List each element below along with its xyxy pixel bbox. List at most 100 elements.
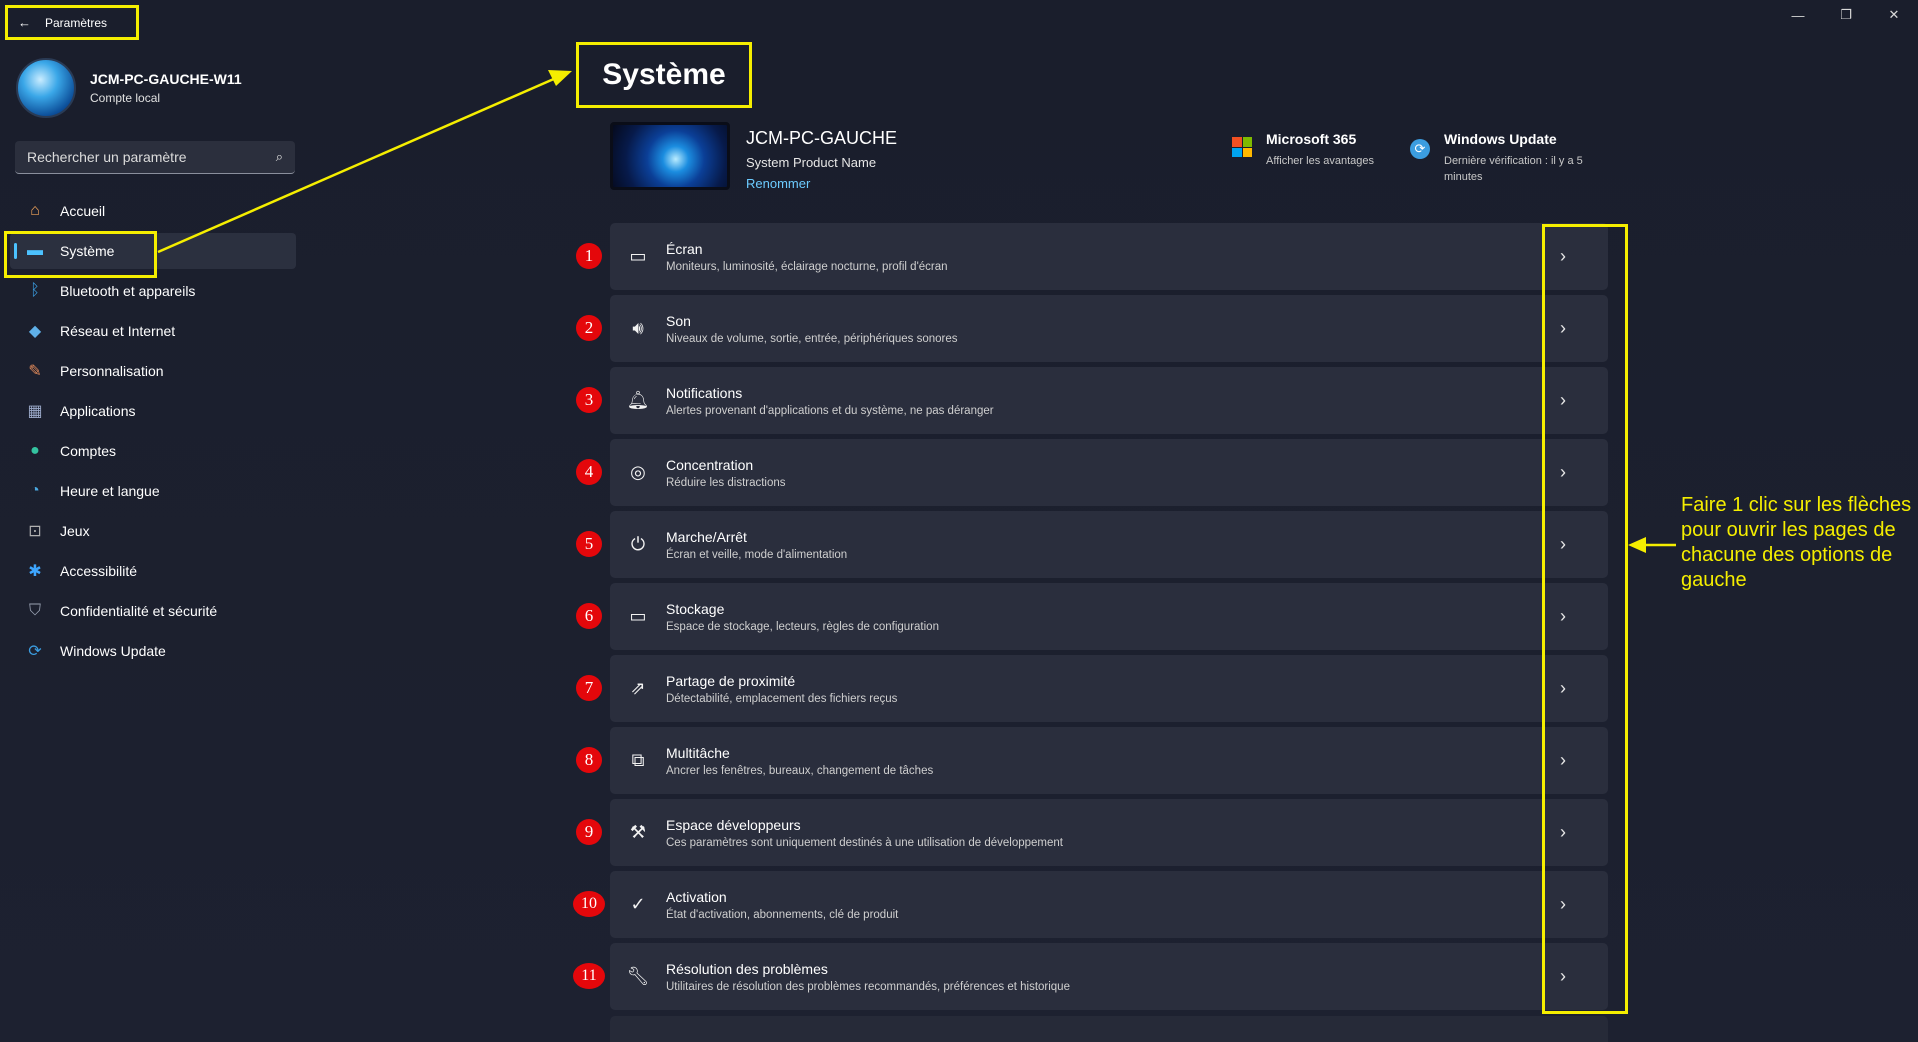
accounts-icon: ● <box>30 442 40 459</box>
settings-row-description: Moniteurs, luminosité, éclairage nocturn… <box>666 260 948 273</box>
sidebar-item-apps[interactable]: ▦ Applications <box>10 393 296 429</box>
minimize-button[interactable]: — <box>1774 0 1822 30</box>
settings-row-developer-tools[interactable]: 9 ⚒ Espace développeurs Ces paramètres sont… <box>576 799 1608 866</box>
settings-row-text: Concentration Réduire les distractions <box>666 457 1518 489</box>
settings-row-multitask[interactable]: 8 ⧉ Multitâche Ancrer les fenêtres, bureaux… <box>576 727 1608 794</box>
annotation-text: Faire 1 clic sur les flèches pour ouvrir… <box>1681 494 1912 591</box>
globe-clock-icon: ◔ <box>30 482 40 499</box>
sidebar-item-network[interactable]: ◆ Réseau et Internet <box>10 313 296 349</box>
settings-row-description: Réduire les distractions <box>666 476 786 489</box>
step-number-badge: 9 <box>576 819 602 845</box>
microsoft-365-title: Microsoft 365 <box>1266 131 1357 147</box>
account-name: JCM-PC-GAUCHE-W11 <box>90 71 242 87</box>
sidebar-item-shield[interactable]: ⛉ Confidentialité et sécurité <box>10 593 296 629</box>
restore-button[interactable]: ❐ <box>1822 0 1870 30</box>
window-title: Paramètres <box>45 15 108 30</box>
settings-row-title: Concentration <box>666 456 754 473</box>
step-number-badge: 1 <box>576 243 602 269</box>
title-highlight-box: ← Paramètres <box>5 5 139 40</box>
settings-row-bell[interactable]: 3 🔔︎ Notifications Alertes provenant d'appl… <box>576 367 1608 434</box>
settings-row-title: Multitâche <box>666 744 730 761</box>
settings-row-check-circle[interactable]: 10 ✓ Activation État d'activation, abonneme… <box>573 871 1608 938</box>
sidebar-item-label: Comptes <box>60 443 117 459</box>
settings-row-speaker[interactable]: 2 🔊︎ Son Niveaux de volume, sortie, entrée,… <box>576 295 1608 362</box>
settings-row-text: Écran Moniteurs, luminosité, éclairage no… <box>666 241 1518 273</box>
settings-row-title: Espace développeurs <box>666 816 801 833</box>
windows-update-subtitle: Dernière vérification : il y a 5 minutes <box>1444 155 1583 183</box>
bell-icon: 🔔︎ <box>626 390 650 410</box>
settings-row-description: Utilitaires de résolution des problèmes … <box>666 980 1070 993</box>
window-controls: — ❐ ✕ <box>1774 0 1918 30</box>
sidebar-item-label: Personnalisation <box>60 363 164 379</box>
settings-row-title: Marche/Arrêt <box>666 528 747 545</box>
settings-row-text: Espace développeurs Ces paramètres sont u… <box>666 817 1518 849</box>
display-icon: ▭ <box>629 246 647 266</box>
windows-update-card[interactable]: ⟳ Windows Update Dernière vérification :… <box>1410 131 1604 185</box>
close-button[interactable]: ✕ <box>1870 0 1918 30</box>
settings-row-description: Écran et veille, mode d'alimentation <box>666 548 848 561</box>
search-icon[interactable]: ⌕ <box>276 149 283 165</box>
step-number-badge: 6 <box>576 603 602 629</box>
sidebar-item-bluetooth[interactable]: ᛒ Bluetooth et appareils <box>10 273 296 309</box>
settings-row-storage[interactable]: 6 ▭ Stockage Espace de stockage, lecteurs, … <box>576 583 1608 650</box>
settings-row-description: Ces paramètres sont uniquement destinés … <box>666 836 1063 849</box>
power-icon: ⏻ <box>630 534 646 554</box>
update-icon: ⟳ <box>1410 139 1430 159</box>
settings-row-text: Partage de proximité Détectabilité, empla… <box>666 673 1518 705</box>
sidebar-item-update[interactable]: ⟳ Windows Update <box>10 633 296 669</box>
settings-row-text: Résolution des problèmes Utilitaires de r… <box>666 961 1518 993</box>
home-icon: ⌂ <box>30 202 40 219</box>
step-number-badge: 4 <box>576 459 602 485</box>
sidebar-item-gamepad[interactable]: ⊡ Jeux <box>10 513 296 549</box>
system-highlight-box <box>4 231 157 278</box>
sidebar-item-home[interactable]: ⌂ Accueil <box>10 193 296 229</box>
settings-row-description: Espace de stockage, lecteurs, règles de … <box>666 620 939 633</box>
search-input[interactable] <box>27 149 247 165</box>
sidebar-item-label: Accueil <box>60 203 106 219</box>
settings-row-title: Stockage <box>666 600 725 617</box>
step-number-badge: 7 <box>576 675 602 701</box>
title-bar: ← Paramètres — ❐ ✕ <box>0 0 1918 44</box>
settings-row-power[interactable]: 5 ⏻ Marche/Arrêt Écran et veille, mode d'al… <box>576 511 1608 578</box>
rename-link[interactable]: Renommer <box>746 176 897 191</box>
search-box[interactable]: ⌕ <box>15 141 295 174</box>
page-title: Système <box>602 58 726 91</box>
settings-row-text: Notifications Alertes provenant d'applica… <box>666 385 1518 417</box>
step-number-badge: 2 <box>576 315 602 341</box>
sidebar-item-accounts[interactable]: ● Comptes <box>10 433 296 469</box>
settings-row-description: État d'activation, abonnements, clé de p… <box>666 908 899 921</box>
settings-row-title: Partage de proximité <box>666 672 796 689</box>
microsoft-logo-icon <box>1232 137 1252 157</box>
account-panel[interactable]: JCM-PC-GAUCHE-W11 Compte local <box>16 58 242 118</box>
settings-row-share[interactable]: 7 ⇗ Partage de proximité Détectabilité, emp… <box>576 655 1608 722</box>
back-arrow-icon[interactable]: ← <box>18 15 31 30</box>
page-title-highlight-box: Système <box>576 42 752 108</box>
chevron-highlight-box <box>1542 224 1628 1014</box>
arrow-head-chevrons <box>1628 537 1646 553</box>
windows-update-title: Windows Update <box>1444 131 1557 147</box>
sidebar-item-globe-clock[interactable]: ◔ Heure et langue <box>10 473 296 509</box>
settings-list: 1 ▭ Écran Moniteurs, luminosité, éclairage … <box>573 223 1608 1015</box>
settings-row-title: Activation <box>666 888 727 905</box>
microsoft-365-card[interactable]: Microsoft 365 Afficher les avantages <box>1232 131 1426 169</box>
settings-row-description: Alertes provenant d'applications et du s… <box>666 404 994 417</box>
sidebar-item-brush[interactable]: ✎ Personnalisation <box>10 353 296 389</box>
settings-row-wrench[interactable]: 11 🔧︎ Résolution des problèmes Utilitaires … <box>573 943 1608 1010</box>
speaker-icon: 🔊︎ <box>632 318 644 338</box>
settings-row-display[interactable]: 1 ▭ Écran Moniteurs, luminosité, éclairage … <box>576 223 1608 290</box>
share-icon: ⇗ <box>630 678 646 698</box>
step-number-badge: 8 <box>576 747 602 773</box>
sidebar-item-label: Accessibilité <box>60 563 138 579</box>
update-icon: ⟳ <box>28 643 42 660</box>
gamepad-icon: ⊡ <box>28 523 42 540</box>
sidebar-item-accessibility[interactable]: ✱ Accessibilité <box>10 553 296 589</box>
settings-row-text: Marche/Arrêt Écran et veille, mode d'alim… <box>666 529 1518 561</box>
settings-row-description: Ancrer les fenêtres, bureaux, changement… <box>666 764 934 777</box>
sidebar-item-label: Confidentialité et sécurité <box>60 603 218 619</box>
step-number-badge: 10 <box>573 891 605 917</box>
arrow-head-system <box>548 70 572 86</box>
accessibility-icon: ✱ <box>28 563 42 580</box>
brush-icon: ✎ <box>28 363 42 380</box>
settings-row-focus[interactable]: 4 ◎ Concentration Réduire les distractions › <box>576 439 1608 506</box>
step-number-badge: 11 <box>573 963 605 989</box>
